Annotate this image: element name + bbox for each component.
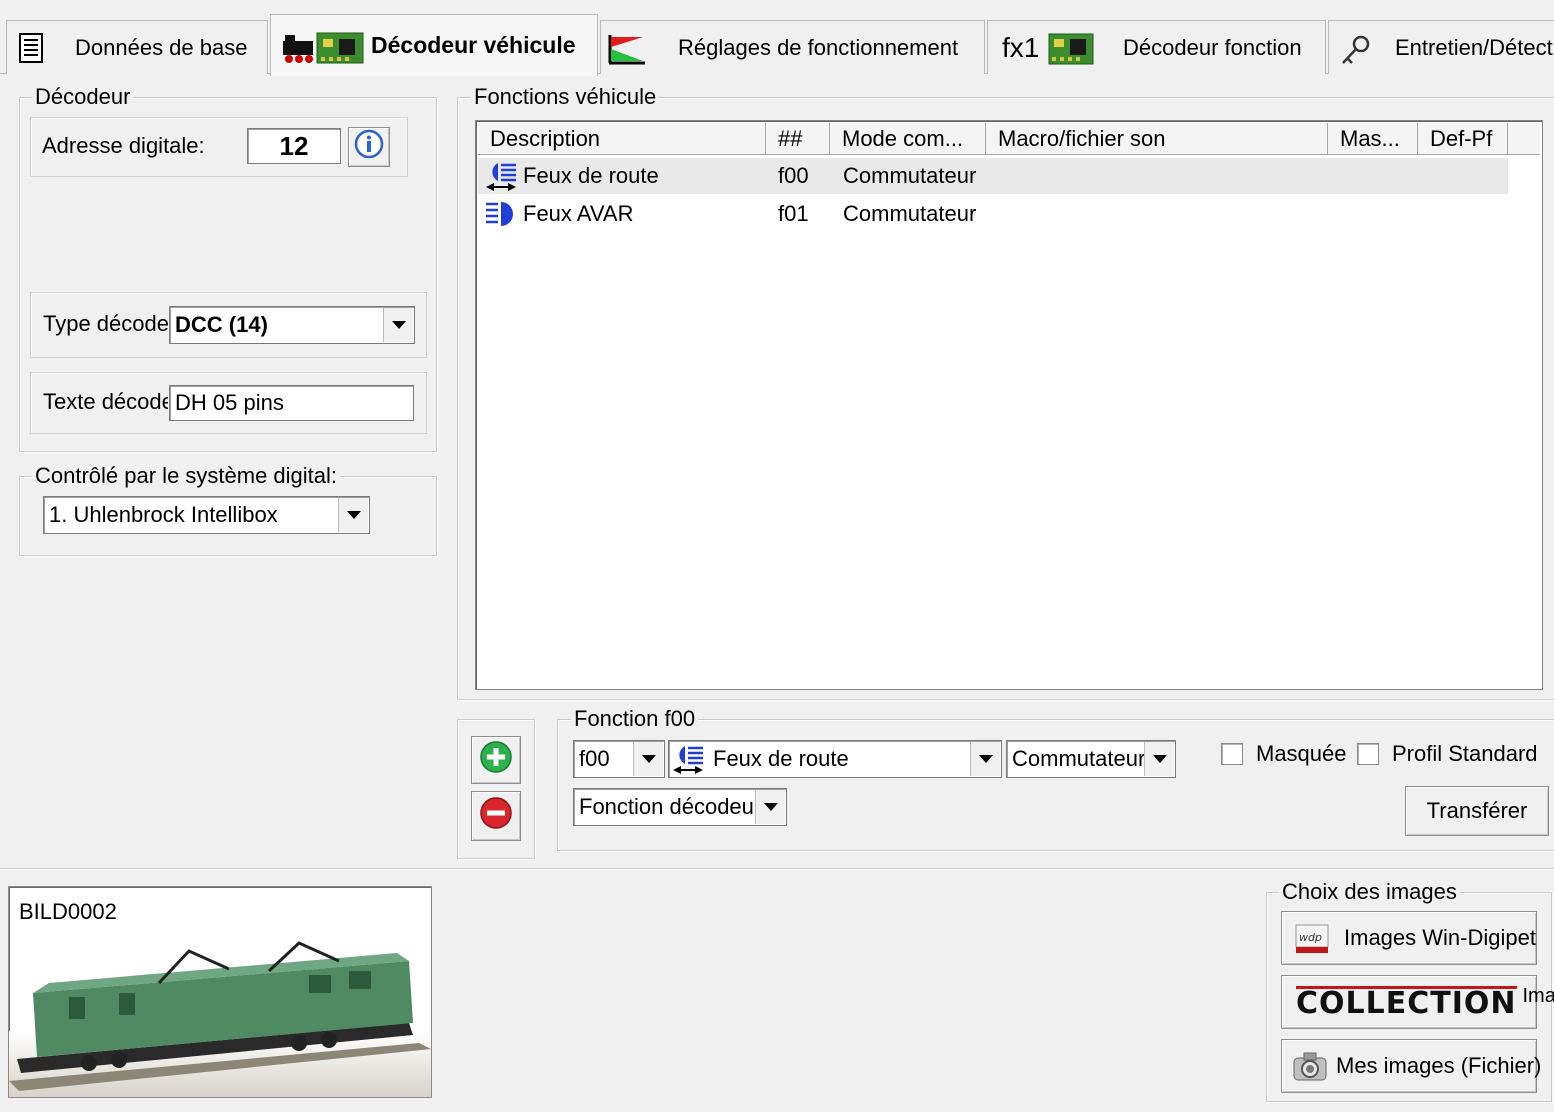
tab-entretien[interactable]: Entretien/Détect [1328,20,1554,74]
table-header: Description ## Mode com... Macro/fichier… [478,123,1540,155]
image-choice-legend: Choix des images [1279,880,1460,904]
masked-checkbox[interactable] [1221,743,1243,765]
col-macro[interactable]: Macro/fichier son [986,123,1328,155]
tab-decodeur-vehicule[interactable]: Décodeur véhicule [270,14,598,76]
col-masked[interactable]: Mas... [1328,123,1418,155]
chevron-down-icon[interactable] [1144,742,1174,776]
row-number: f00 [778,163,809,188]
standard-profile-checkbox[interactable] [1357,743,1379,765]
windigipet-images-button[interactable]: wdp Images Win-Digipet [1281,911,1537,965]
function-number-select[interactable]: f00 [573,740,665,778]
tab-decodeur-fonction[interactable]: fx1 Décodeur fonction [987,20,1326,74]
tab-reglages-de-fonctionnement[interactable]: Réglages de fonctionnement [600,20,985,74]
function-mode-select[interactable]: Commutateur [1006,740,1176,778]
minus-icon [479,796,513,836]
vehicle-functions-legend: Fonctions véhicule [471,85,660,109]
image-name: BILD0002 [19,899,117,924]
light-beam-icon [484,200,518,234]
tab-bar: Données de base Décodeur véhicule Réglag… [0,0,1554,76]
bottom-divider [0,868,1554,870]
decoder-type-label: Type décode [43,311,169,336]
add-function-button[interactable] [471,736,521,784]
address-input[interactable]: 12 [247,128,341,164]
collection-images-label: Images [1522,984,1554,1007]
control-legend: Contrôlé par le système digital: [32,464,341,488]
chevron-down-icon[interactable] [338,498,368,532]
row-mode: Commutateur [843,201,977,226]
my-images-label: Mes images (Fichier) [1336,1053,1542,1078]
decoder-type-value: DCC (14) [175,312,268,337]
function-edit-legend: Fonction f00 [571,707,699,731]
chevron-down-icon[interactable] [633,742,663,776]
function-description-value: Feux de route [713,746,849,771]
row-number: f01 [778,201,809,226]
plus-icon [479,740,513,780]
row-mode: Commutateur [843,163,977,188]
standard-profile-label: Profil Standard [1392,741,1538,766]
my-images-button[interactable]: Mes images (Fichier) [1281,1039,1541,1093]
vehicle-image-panel[interactable]: BILD0002 [8,886,432,1098]
address-info-button[interactable] [348,127,390,167]
decoder-text-label: Texte décode [43,389,168,414]
headlight-icon [484,161,518,197]
col-description[interactable]: Description [478,123,766,155]
transfer-button[interactable]: Transférer [1405,786,1549,836]
function-type-value: Fonction décodeu [579,794,754,819]
chevron-down-icon[interactable] [755,790,785,824]
digital-system-value: 1. Uhlenbrock Intellibox [49,502,278,527]
function-decoder-icon [1048,33,1094,71]
col-default-profile[interactable]: Def-Pf [1418,123,1508,155]
wrench-icon [1339,33,1373,73]
tab-donnees-de-base[interactable]: Données de base [6,20,268,74]
col-number[interactable]: ## [766,123,830,155]
windigipet-images-label: Images Win-Digipet [1344,925,1536,950]
tab-label: Décodeur véhicule [371,32,576,58]
decoder-text-input[interactable]: DH 05 pins [169,385,414,421]
svg-text:wdp: wdp [1299,931,1322,944]
collection-images-button[interactable]: COLLECTION Images [1281,975,1554,1029]
table-row[interactable]: Feux de route f00 Commutateur [478,158,1508,194]
decoder-type-select[interactable]: DCC (14) [169,306,415,344]
masked-label: Masquée [1256,741,1347,766]
fx1-prefix: fx1 [1002,32,1040,63]
collection-logo: COLLECTION [1296,985,1517,1021]
info-icon [354,129,384,165]
functions-table[interactable]: Description ## Mode com... Macro/fichier… [475,120,1543,690]
speed-curve-icon [607,33,647,71]
function-description-select[interactable]: Feux de route [668,740,1002,778]
digital-system-select[interactable]: 1. Uhlenbrock Intellibox [43,496,370,534]
document-icon [19,33,43,69]
tab-label: Réglages de fonctionnement [678,34,959,60]
locomotive-decoder-icon [281,31,365,71]
wdp-logo-icon: wdp [1294,921,1330,955]
col-mode[interactable]: Mode com... [830,123,986,155]
table-row[interactable]: Feux AVAR f01 Commutateur [478,196,1508,232]
function-mode-value: Commutateur [1012,746,1146,771]
decoder-legend: Décodeur [32,85,134,109]
chevron-down-icon[interactable] [970,742,1000,776]
locomotive-image [9,931,431,1103]
chevron-down-icon[interactable] [383,308,413,342]
headlight-icon [671,744,705,774]
tab-label: Décodeur fonction [1123,34,1302,60]
row-description: Feux AVAR [523,201,634,226]
tab-label: Données de base [75,34,248,60]
remove-function-button[interactable] [471,791,521,841]
address-label: Adresse digitale: [42,133,205,158]
row-description: Feux de route [523,163,659,188]
tab-label: Entretien/Détect [1395,34,1553,60]
function-type-select[interactable]: Fonction décodeu [573,788,787,826]
function-number-value: f00 [579,746,610,771]
camera-icon [1292,1050,1328,1082]
